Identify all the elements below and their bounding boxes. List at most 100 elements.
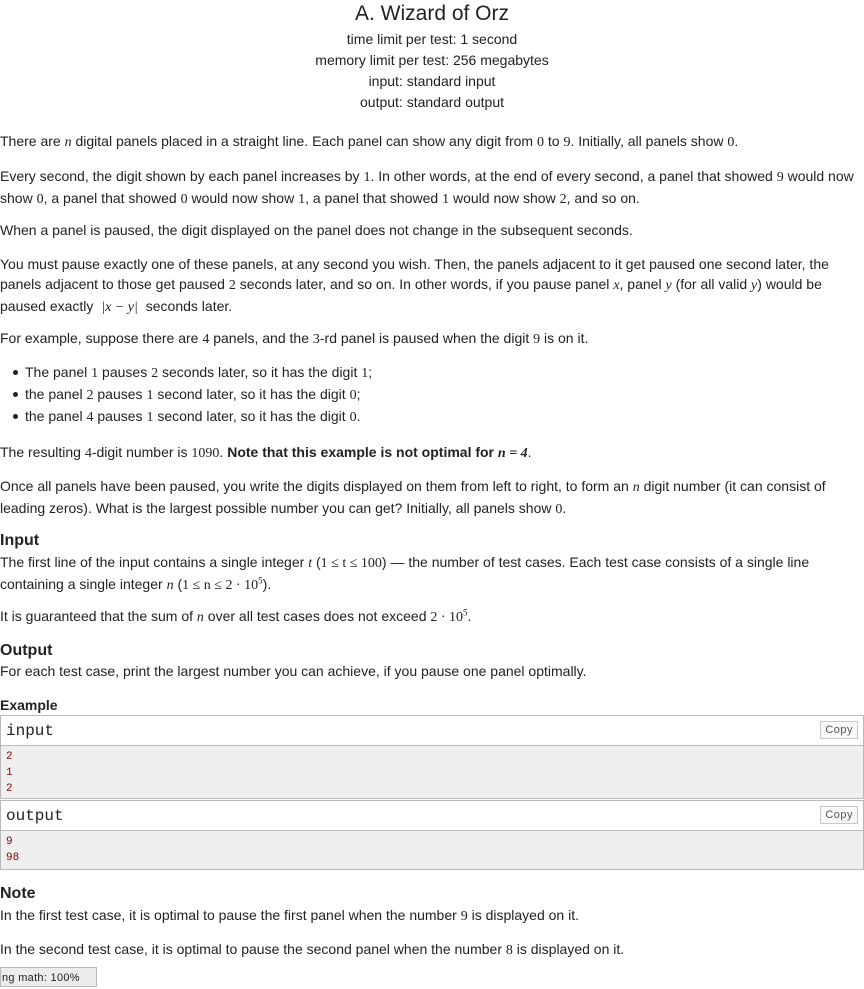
math: 8 [505, 943, 513, 958]
problem-header: A. Wizard of Orz time limit per test: 1 … [0, 0, 864, 113]
statement-once: Once all panels have been paused, you wr… [0, 476, 834, 520]
text: For example, suppose there are [0, 330, 203, 346]
copy-output-button[interactable]: Copy [820, 806, 858, 824]
text: -rd panel is paused when the digit [319, 330, 534, 346]
text: . [467, 608, 472, 624]
text: ; [356, 386, 361, 402]
input-spec: input: standard input [368, 73, 496, 89]
math: 4 [84, 446, 92, 461]
list-item: the panel 4 pauses 1 second later, so it… [12, 406, 372, 428]
text: pauses [93, 386, 147, 402]
input-heading: Input [0, 532, 40, 549]
text: second later, so it has the digit [153, 386, 350, 402]
text: . In other words, at the end of every se… [370, 168, 777, 184]
math-bold: n = 4 [497, 446, 528, 461]
text: ( [173, 576, 183, 592]
text: . [356, 408, 361, 424]
text: seconds later. [141, 298, 233, 314]
statement-must-pause: You must pause exactly one of these pane… [0, 254, 834, 318]
text: to [543, 133, 564, 149]
text: -digit number is [91, 444, 192, 460]
text: digital panels placed in a straight line… [71, 133, 537, 149]
math-n: n [196, 610, 204, 625]
math: 1 ≤ t ≤ 100 [320, 556, 382, 571]
math: 2 · 10 [430, 610, 464, 625]
math: 1090 [191, 446, 220, 461]
math: 9 [460, 909, 468, 924]
text: pauses [93, 408, 147, 424]
note-heading: Note [0, 885, 36, 902]
input-description: The first line of the input contains a s… [0, 552, 824, 596]
memory-limit: memory limit per test: 256 megabytes [315, 52, 549, 68]
text: In the first test case, it is optimal to… [0, 907, 461, 923]
text: panels, and the [209, 330, 313, 346]
list-item: The panel 1 pauses 2 seconds later, so i… [12, 362, 373, 384]
text: In the second test case, it is optimal t… [0, 941, 506, 957]
input-sum-constraint: It is guaranteed that the sum of n over … [0, 606, 471, 628]
sample-output-content: 9 98 [1, 831, 863, 869]
sample-output-label: output [6, 807, 64, 825]
text: It is guaranteed that the sum of [0, 608, 197, 624]
sample-output-header: output Copy [1, 801, 863, 831]
text: is displayed on it. [512, 941, 625, 957]
limits: time limit per test: 1 second memory lim… [0, 29, 864, 113]
math: 2 [86, 388, 94, 403]
input-line: 2 [6, 783, 13, 795]
text: over all test cases does not exceed [203, 608, 431, 624]
text: pauses [98, 364, 152, 380]
math: 0 [36, 192, 44, 207]
sample-input-label: input [6, 722, 55, 740]
math: 4 [86, 410, 94, 425]
text: is on it. [540, 330, 589, 346]
note-second: In the second test case, it is optimal t… [0, 939, 624, 961]
text: . [562, 500, 567, 516]
copy-input-button[interactable]: Copy [820, 721, 858, 739]
text: ). [262, 576, 272, 592]
text: second later, so it has the digit [153, 408, 350, 424]
time-limit: time limit per test: 1 second [346, 31, 518, 47]
statement-intro: There are n digital panels placed in a s… [0, 131, 858, 153]
text: is displayed on it. [467, 907, 579, 923]
output-description: For each test case, print the largest nu… [0, 663, 587, 679]
output-heading: Output [0, 642, 53, 659]
text: would now show [187, 190, 299, 206]
example-bullets: The panel 1 pauses 2 seconds later, so i… [0, 362, 372, 428]
statement-example: For example, suppose there are 4 panels,… [0, 328, 858, 350]
text: . [734, 133, 739, 149]
math: 2 [228, 278, 236, 293]
sample-input-header: input Copy [1, 716, 863, 746]
text: The panel [25, 364, 92, 380]
page-title: A. Wizard of Orz [354, 2, 510, 25]
sample-input-block: input Copy 2 1 2 [0, 715, 864, 799]
sample-output-block: output Copy 9 98 [0, 800, 864, 870]
math: 1 ≤ n ≤ 2 · 10 [182, 578, 259, 593]
text: the panel [25, 386, 87, 402]
text: ; [368, 364, 373, 380]
text: the panel [25, 408, 87, 424]
math: 0 [349, 410, 357, 425]
math: 3 [312, 332, 320, 347]
output-line: 98 [6, 852, 20, 864]
text: , and so on. [566, 190, 640, 206]
math-abs: |x − y| [101, 300, 138, 315]
text: . [527, 444, 532, 460]
statement-every-second: Every second, the digit shown by each pa… [0, 166, 858, 210]
bold-note: Note that this example is not optimal fo… [227, 444, 498, 460]
text: Once all panels have been paused, you wr… [0, 478, 633, 494]
input-line: 1 [6, 767, 13, 779]
math: 9 [776, 170, 784, 185]
math: 0 [180, 192, 188, 207]
input-line: 2 [6, 751, 13, 763]
text: , a panel that showed [305, 190, 443, 206]
text: would now show [449, 190, 560, 206]
math-processing-status: ng math: 100% [0, 967, 97, 987]
text: , a panel that showed [43, 190, 181, 206]
text: ( [312, 554, 321, 570]
math: 0 [349, 388, 357, 403]
math-n: n [64, 135, 72, 150]
text: Every second, the digit shown by each pa… [0, 168, 364, 184]
example-heading: Example [0, 697, 58, 713]
statement-result: The resulting 4-digit number is 1090. No… [0, 442, 858, 464]
math-n: n [632, 480, 640, 495]
output-line: 9 [6, 836, 13, 848]
